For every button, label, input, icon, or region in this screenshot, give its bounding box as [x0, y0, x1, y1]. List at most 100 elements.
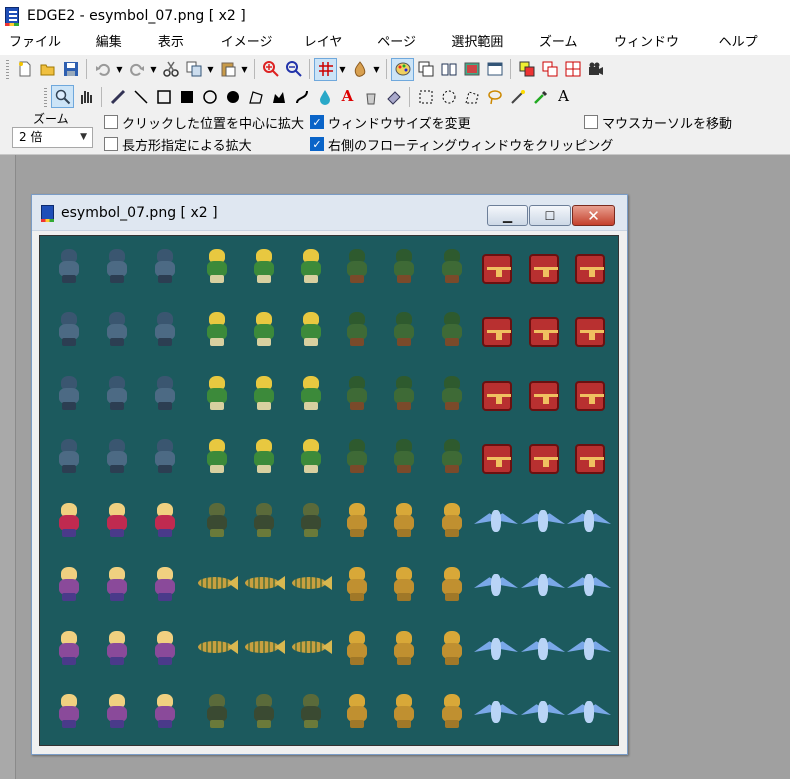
zoom-select[interactable]: 2 倍 ▼ [12, 127, 93, 148]
toolbar-grip[interactable] [44, 86, 47, 107]
onion-dropdown-icon[interactable]: ▼ [371, 58, 382, 81]
menu-help[interactable]: ヘルプ(H) [714, 31, 781, 73]
undo-icon[interactable] [91, 58, 114, 81]
checkbox-checked-icon[interactable]: ✓ [310, 137, 324, 151]
fish-sprite [194, 574, 238, 592]
paste-dropdown-icon[interactable]: ▼ [239, 58, 250, 81]
move-cursor-option[interactable]: マウスカーソルを移動 [584, 113, 732, 132]
grid-icon[interactable] [314, 57, 337, 81]
rect-zoom-option[interactable]: 長方形指定による拡大 [104, 135, 252, 154]
menu-zoom[interactable]: ズーム(Z) [534, 31, 600, 73]
new-icon[interactable] [13, 58, 36, 81]
select-ellipse-icon[interactable] [437, 85, 460, 108]
menu-image[interactable]: イメージ(I) [216, 31, 290, 73]
image-icon[interactable] [460, 58, 483, 81]
book-icon[interactable] [437, 58, 460, 81]
maximize-button[interactable]: ☐ [529, 205, 571, 226]
beetle-sprite [247, 500, 281, 540]
checkbox-checked-icon[interactable]: ✓ [310, 115, 324, 129]
imp-sprite [340, 628, 374, 668]
zoom-out-icon[interactable] [282, 58, 305, 81]
wand-icon[interactable] [506, 85, 529, 108]
toolbar-grip[interactable] [6, 59, 9, 79]
girl-sprite [52, 691, 86, 731]
close-button[interactable]: ✕ [572, 205, 615, 226]
line-icon[interactable] [129, 85, 152, 108]
magnifier-icon[interactable] [51, 85, 74, 108]
eyedropper-icon[interactable] [529, 85, 552, 108]
beetle-sprite [294, 500, 328, 540]
window-icon[interactable] [483, 58, 506, 81]
imp-sprite [340, 691, 374, 731]
polygon-icon[interactable] [244, 85, 267, 108]
menu-file[interactable]: ファイル(F) [4, 31, 82, 73]
select-poly-icon[interactable] [460, 85, 483, 108]
sprite-canvas[interactable] [39, 235, 619, 746]
anim-icon[interactable] [515, 58, 538, 81]
eraser-icon[interactable] [382, 85, 405, 108]
girl-sprite [148, 691, 182, 731]
hand-icon[interactable] [74, 85, 97, 108]
close-icon: ✕ [587, 206, 600, 225]
checkbox-unchecked[interactable] [104, 115, 118, 129]
curve-icon[interactable] [290, 85, 313, 108]
cut-icon[interactable] [159, 58, 182, 81]
redo-dropdown-icon[interactable]: ▼ [148, 58, 159, 81]
menu-selection[interactable]: 選択範囲(S) [446, 31, 525, 73]
grid-split-icon[interactable] [561, 58, 584, 81]
orc-sprite [387, 436, 421, 476]
frames-icon[interactable] [538, 58, 561, 81]
lasso-icon[interactable] [483, 85, 506, 108]
image-window[interactable]: esymbol_07.png [ x2 ] ▁ ☐ ✕ [31, 194, 628, 755]
window-size-option[interactable]: ✓ ウィンドウサイズを変更 [310, 113, 471, 132]
bird-sprite [474, 508, 518, 536]
save-icon[interactable] [59, 58, 82, 81]
layers-icon[interactable] [414, 58, 437, 81]
knight-sprite [52, 246, 86, 286]
copy-dropdown-icon[interactable]: ▼ [205, 58, 216, 81]
checkbox-unchecked[interactable] [104, 137, 118, 151]
girl-sprite [52, 628, 86, 668]
rect-icon[interactable] [152, 85, 175, 108]
chest-mimic-sprite [575, 444, 605, 474]
fill-ellipse-icon[interactable] [221, 85, 244, 108]
grid-dropdown-icon[interactable]: ▼ [337, 58, 348, 81]
chest-mimic-sprite [482, 254, 512, 284]
minimize-button[interactable]: ▁ [487, 205, 528, 226]
knight-sprite [100, 373, 134, 413]
text-a-icon[interactable]: A [336, 85, 359, 108]
bird-sprite [474, 572, 518, 600]
drop-icon[interactable] [313, 85, 336, 108]
click-center-option[interactable]: クリックした位置を中心に拡大 [104, 113, 304, 132]
checkbox-unchecked[interactable] [584, 115, 598, 129]
fill-polygon-icon[interactable] [267, 85, 290, 108]
redo-icon[interactable] [125, 58, 148, 81]
text-icon[interactable]: A [552, 85, 575, 108]
options-bar: ズーム 2 倍 ▼ クリックした位置を中心に拡大 長方形指定による拡大 ✓ ウィ… [0, 110, 790, 155]
imp-sprite [435, 628, 469, 668]
fill-rect-icon[interactable] [175, 85, 198, 108]
menu-edit[interactable]: 編集(E) [91, 31, 144, 73]
paste-icon[interactable] [216, 58, 239, 81]
clip-floating-option[interactable]: ✓ 右側のフローティングウィンドウをクリッピング [310, 135, 613, 154]
orc-sprite [340, 373, 374, 413]
menu-page[interactable]: ページ(P) [372, 31, 437, 73]
image-window-titlebar[interactable]: esymbol_07.png [ x2 ] ▁ ☐ ✕ [32, 195, 627, 231]
menu-window[interactable]: ウィンドウ(W) [609, 31, 705, 73]
copy-icon[interactable] [182, 58, 205, 81]
zoom-in-icon[interactable] [259, 58, 282, 81]
separator [510, 59, 511, 79]
ellipse-icon[interactable] [198, 85, 221, 108]
pencil-icon[interactable] [106, 85, 129, 108]
chest-mimic-sprite [529, 381, 559, 411]
select-rect-icon[interactable] [414, 85, 437, 108]
menu-layer[interactable]: レイヤ(L) [299, 31, 364, 73]
palette-icon[interactable] [391, 57, 414, 81]
onion-icon[interactable] [348, 58, 371, 81]
girl-sprite [52, 500, 86, 540]
open-icon[interactable] [36, 58, 59, 81]
menu-view[interactable]: 表示(V) [153, 31, 207, 73]
bucket-icon[interactable] [359, 85, 382, 108]
camera-icon[interactable] [584, 58, 607, 81]
undo-dropdown-icon[interactable]: ▼ [114, 58, 125, 81]
